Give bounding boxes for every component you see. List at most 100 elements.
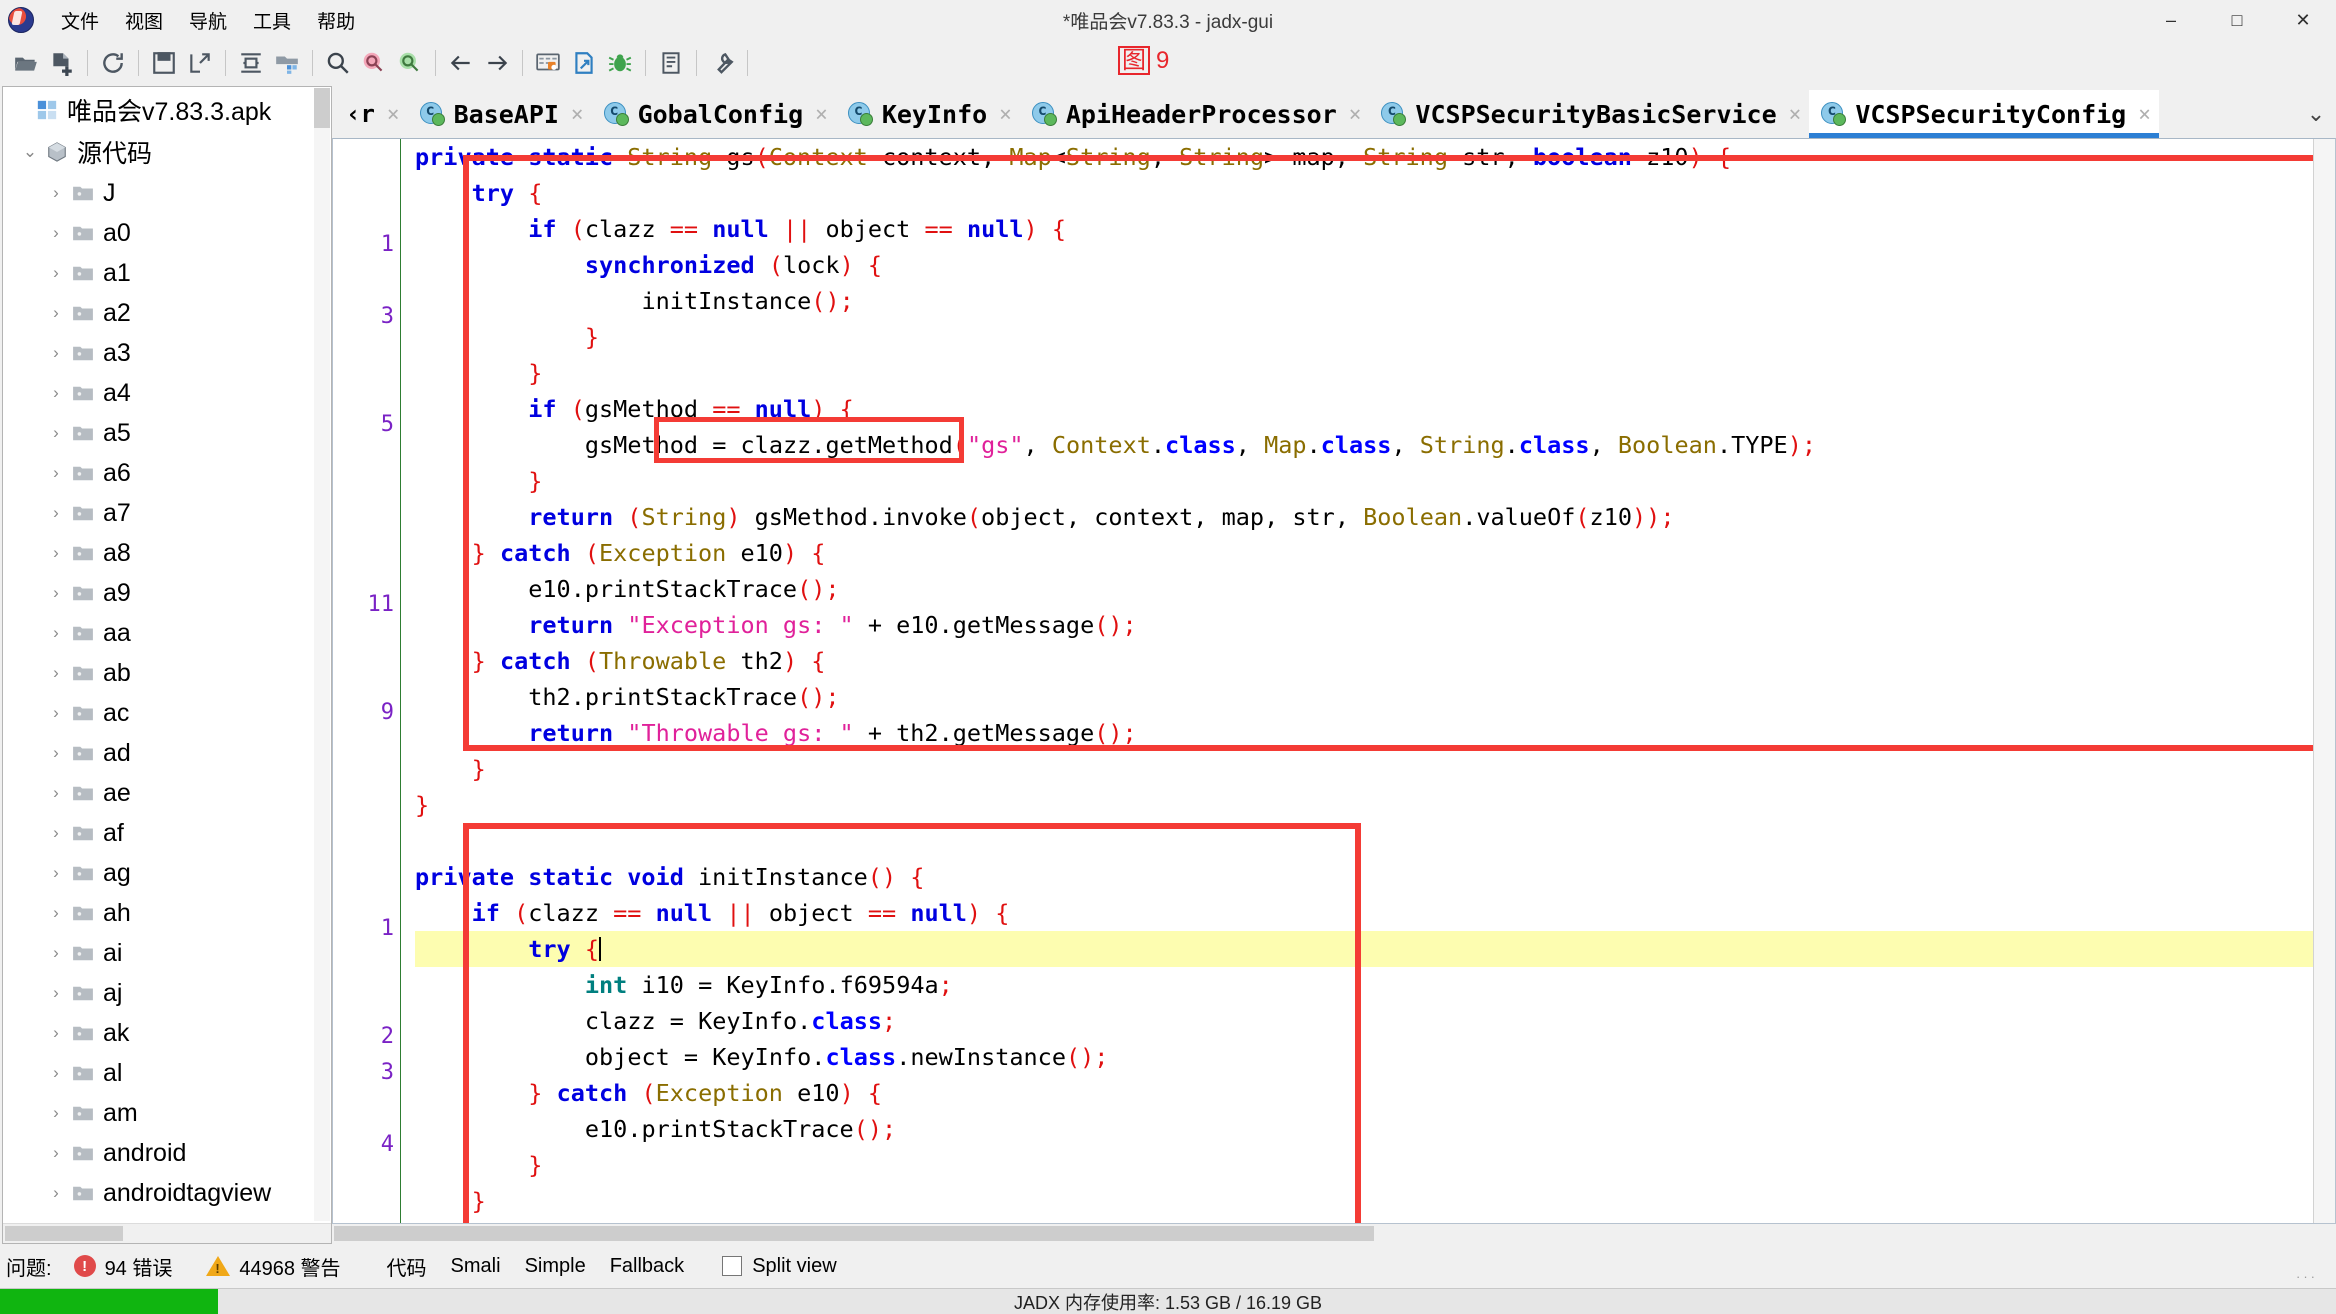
- tree-node-package[interactable]: › ac: [3, 693, 331, 733]
- tree-node-package[interactable]: › al: [3, 1053, 331, 1093]
- expand-arrow-icon[interactable]: ›: [43, 743, 69, 763]
- close-button[interactable]: ✕: [2270, 0, 2336, 40]
- tree-node-source-code[interactable]: ⌄ 源代码: [3, 131, 331, 173]
- tree-node-package[interactable]: › a6: [3, 453, 331, 493]
- expand-arrow-icon[interactable]: ›: [43, 943, 69, 963]
- expand-arrow-icon[interactable]: ›: [43, 863, 69, 883]
- add-files-icon[interactable]: [44, 45, 80, 81]
- expand-arrow-icon[interactable]: ›: [43, 303, 69, 323]
- tree-node-package[interactable]: › aj: [3, 973, 331, 1013]
- editor-tab-apiheaderprocessor[interactable]: ApiHeaderProcessor ×: [1020, 90, 1370, 138]
- search-icon[interactable]: [320, 45, 356, 81]
- tree-node-package[interactable]: › androidtagview: [3, 1173, 331, 1213]
- save-icon[interactable]: [146, 45, 182, 81]
- open-folder-icon[interactable]: [8, 45, 44, 81]
- expand-arrow-icon[interactable]: ›: [43, 983, 69, 1003]
- expand-arrow-icon[interactable]: ›: [43, 623, 69, 643]
- editor-tab-gobalconfig[interactable]: GobalConfig ×: [592, 90, 836, 138]
- menu-tools[interactable]: 工具: [240, 3, 304, 38]
- tree-node-package[interactable]: › a2: [3, 293, 331, 333]
- tab-close-icon[interactable]: ×: [1349, 102, 1362, 126]
- editor-marker-column[interactable]: [2313, 139, 2335, 1223]
- tree-node-apk-root[interactable]: 唯品会v7.83.3.apk: [3, 89, 331, 131]
- tab-close-icon[interactable]: ×: [571, 102, 584, 126]
- tree-node-package[interactable]: › ai: [3, 933, 331, 973]
- tree-node-package[interactable]: › ag: [3, 853, 331, 893]
- tree-node-package[interactable]: › aa: [3, 613, 331, 653]
- tab-previous-truncated[interactable]: ‹r ×: [334, 90, 408, 138]
- tree-node-package[interactable]: › ah: [3, 893, 331, 933]
- maximize-button[interactable]: □: [2204, 0, 2270, 40]
- tab-close-icon[interactable]: ×: [387, 102, 400, 126]
- expand-arrow-icon[interactable]: ›: [43, 183, 69, 203]
- search-method-icon[interactable]: [392, 45, 428, 81]
- mode-button-simple[interactable]: Simple: [513, 1251, 598, 1282]
- tree-node-package[interactable]: ›androidx: [3, 1213, 331, 1224]
- menu-help[interactable]: 帮助: [304, 3, 368, 38]
- editor-tab-baseapi[interactable]: BaseAPI ×: [408, 90, 592, 138]
- tab-close-icon[interactable]: ×: [815, 102, 828, 126]
- split-view-checkbox[interactable]: [722, 1256, 743, 1276]
- sync-icon[interactable]: [233, 45, 269, 81]
- mode-button-code[interactable]: 代码: [375, 1248, 439, 1285]
- tree-node-package[interactable]: › ak: [3, 1013, 331, 1053]
- sidebar-vertical-scrollbar[interactable]: [314, 88, 330, 1221]
- tree-node-package[interactable]: › a9: [3, 573, 331, 613]
- editor-horizontal-scrollbar[interactable]: [332, 1224, 2336, 1244]
- sidebar-horizontal-scrollbar[interactable]: [3, 1223, 331, 1243]
- editor-tab-vcspsecuritybasicservice[interactable]: VCSPSecurityBasicService ×: [1369, 90, 1809, 138]
- menu-view[interactable]: 视图: [112, 3, 176, 38]
- expand-arrow-icon[interactable]: ›: [43, 903, 69, 923]
- warning-count-chip[interactable]: 44968 警告: [206, 1252, 341, 1281]
- tree-node-package[interactable]: › ae: [3, 773, 331, 813]
- decompile-icon[interactable]: [269, 45, 305, 81]
- preferences-icon[interactable]: [704, 45, 740, 81]
- editor-tab-keyinfo[interactable]: KeyInfo ×: [836, 90, 1020, 138]
- tab-overflow-chevron-down-icon[interactable]: ⌄: [2296, 90, 2336, 138]
- tab-close-icon[interactable]: ×: [999, 102, 1012, 126]
- expand-arrow-icon[interactable]: ›: [43, 383, 69, 403]
- minimize-button[interactable]: –: [2138, 0, 2204, 40]
- expand-arrow-icon[interactable]: ›: [43, 1103, 69, 1123]
- back-icon[interactable]: [443, 45, 479, 81]
- search-class-icon[interactable]: [356, 45, 392, 81]
- forward-icon[interactable]: [479, 45, 515, 81]
- split-view-toggle[interactable]: Split view: [722, 1255, 837, 1278]
- sidebar-vertical-scroll-thumb[interactable]: [314, 88, 330, 128]
- code-editor[interactable]: 1 3 5 11 9 1 2 3 4 private static String gs(Cont…: [332, 138, 2336, 1224]
- status-overflow-dots[interactable]: ···: [2296, 1269, 2318, 1284]
- editor-tab-vcspsecurityconfig[interactable]: VCSPSecurityConfig ×: [1809, 90, 2159, 138]
- expand-arrow-icon[interactable]: ›: [43, 663, 69, 683]
- tree-node-package[interactable]: › J: [3, 173, 331, 213]
- debugger-icon[interactable]: [602, 45, 638, 81]
- expand-arrow-icon[interactable]: ›: [43, 263, 69, 283]
- expand-arrow-icon[interactable]: ›: [43, 423, 69, 443]
- tree-node-package[interactable]: › a1: [3, 253, 331, 293]
- expand-arrow-icon[interactable]: ›: [43, 1023, 69, 1043]
- expand-arrow-icon[interactable]: ›: [43, 703, 69, 723]
- mode-button-smali[interactable]: Smali: [439, 1251, 513, 1282]
- project-tree[interactable]: 唯品会v7.83.3.apk ⌄ 源代码 › J › a0 › a1 › a2 › a3 › a4 › a…: [3, 87, 331, 1223]
- expand-arrow-icon[interactable]: ›: [43, 1143, 69, 1163]
- tree-node-package[interactable]: › a5: [3, 413, 331, 453]
- expand-arrow-icon[interactable]: ›: [43, 1063, 69, 1083]
- tree-node-package[interactable]: › ab: [3, 653, 331, 693]
- tab-close-icon[interactable]: ×: [1789, 102, 1802, 126]
- menu-file[interactable]: 文件: [48, 3, 112, 38]
- expand-arrow-icon[interactable]: ›: [43, 543, 69, 563]
- tree-node-package[interactable]: › a8: [3, 533, 331, 573]
- expand-arrow-icon[interactable]: ›: [43, 463, 69, 483]
- tree-node-package[interactable]: › a0: [3, 213, 331, 253]
- tree-node-package[interactable]: › af: [3, 813, 331, 853]
- expand-arrow-icon[interactable]: ›: [43, 343, 69, 363]
- expand-arrow-icon[interactable]: ›: [43, 223, 69, 243]
- tree-node-package[interactable]: › am: [3, 1093, 331, 1133]
- expand-arrow-icon[interactable]: ›: [43, 503, 69, 523]
- export-icon[interactable]: [182, 45, 218, 81]
- quark-icon[interactable]: [566, 45, 602, 81]
- expand-arrow-icon[interactable]: ›: [43, 1183, 69, 1203]
- error-count-chip[interactable]: ! 94 错误: [73, 1252, 172, 1281]
- editor-horizontal-scroll-thumb[interactable]: [334, 1226, 1374, 1241]
- tree-node-package[interactable]: › a7: [3, 493, 331, 533]
- tree-node-package[interactable]: › android: [3, 1133, 331, 1173]
